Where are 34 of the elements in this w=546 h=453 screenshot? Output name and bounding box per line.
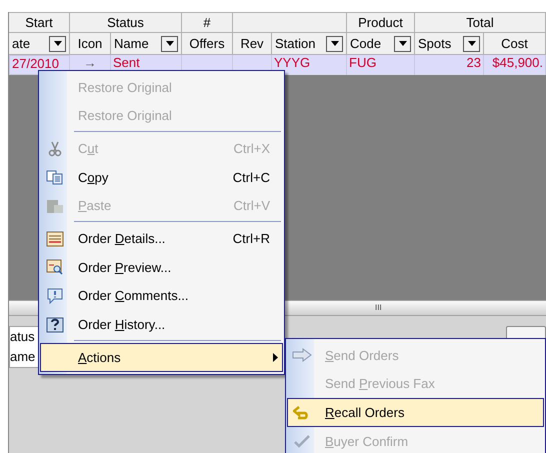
menu-item[interactable]: Recall Orders [287,398,544,428]
right-arrow-icon [292,348,312,362]
speech-bubble-icon [46,288,64,304]
column-group-header: Total [415,12,546,33]
scissors-icon [47,140,63,157]
filter-dropdown-button[interactable] [161,36,178,52]
caret-icon [54,41,62,46]
header-label: ame [10,348,36,366]
paste-icon [46,198,64,214]
preview-icon [46,259,64,276]
form-icon [46,230,64,247]
menu-item[interactable]: Actions [40,343,283,372]
menu-item[interactable]: Copy Ctrl+C [40,163,283,192]
menu-item[interactable]: Order Comments... [40,282,283,310]
header-label: atus [10,328,36,346]
column-header[interactable]: ate [9,33,70,55]
table-cell: $45,900. [484,55,546,75]
checkmark-icon [293,433,311,450]
table-cell: FUG [347,55,415,75]
menu-item[interactable]: Order Preview... [40,253,283,282]
filter-dropdown-button[interactable] [394,36,411,52]
filter-dropdown-button[interactable] [463,36,480,52]
caret-icon [468,41,476,46]
menu-item[interactable]: Order History... [40,310,283,340]
caret-icon [330,41,338,46]
caret-icon [166,41,174,46]
menu-item[interactable]: Order Details... Ctrl+R [40,224,283,254]
caret-icon [398,41,406,46]
filter-dropdown-button[interactable] [326,36,343,52]
filter-dropdown-button[interactable] [49,36,66,52]
column-group-header: Status [70,12,182,33]
copy-icon [46,169,64,186]
table-cell: 23 [415,55,484,75]
submenu-arrow-icon [273,353,278,362]
